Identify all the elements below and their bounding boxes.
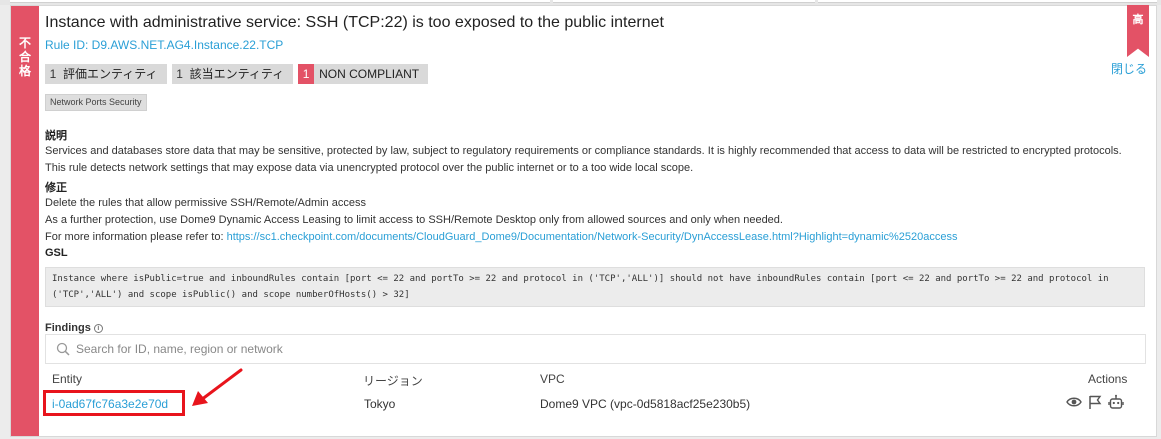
documentation-link[interactable]: https://sc1.checkpoint.com/documents/Clo… (227, 231, 958, 243)
findings-heading-row: Findings i (45, 322, 103, 334)
evaluated-entities-counter: 1 評価エンティティ (45, 64, 167, 84)
gsl-code-block: Instance where isPublic=true and inbound… (45, 267, 1145, 307)
counter-label: 評価エンティティ (63, 67, 158, 81)
robot-icon[interactable] (1108, 394, 1124, 410)
column-header-entity[interactable]: Entity (52, 372, 82, 386)
search-icon (56, 342, 70, 356)
status-label: 不合格 (18, 36, 31, 78)
rule-finding-panel: 不合格 高 閉じる Instance with administrative s… (10, 5, 1157, 437)
remediation-line: As a further protection, use Dome9 Dynam… (45, 214, 783, 226)
counters: 1 評価エンティティ 1 該当エンティティ 1 NON COMPLIANT (45, 64, 429, 84)
eye-icon[interactable] (1066, 394, 1082, 410)
reference-prefix: For more information please refer to: (45, 231, 227, 243)
matching-entities-counter: 1 該当エンティティ (171, 64, 294, 84)
description-text: Services and databases store data that m… (45, 145, 1122, 174)
gsl-heading: GSL (45, 247, 68, 259)
findings-heading: Findings (45, 322, 91, 334)
severity-ribbon: 高 (1127, 5, 1149, 57)
rule-id: Rule ID: D9.AWS.NET.AG4.Instance.22.TCP (45, 38, 284, 52)
remediation-reference: For more information please refer to: ht… (45, 229, 1145, 246)
row-actions (1066, 394, 1124, 410)
column-header-vpc[interactable]: VPC (540, 372, 565, 386)
table-row-vpc: Dome9 VPC (vpc-0d5818acf25e230b5) (540, 397, 751, 411)
top-strip-segment (10, 0, 550, 3)
close-link[interactable]: 閉じる (1111, 60, 1147, 77)
search-input[interactable] (76, 342, 976, 356)
counter-value: 1 (49, 67, 57, 81)
column-header-actions: Actions (1088, 372, 1128, 386)
top-strip-segment (818, 0, 1157, 3)
table-row-region: Tokyo (364, 397, 396, 411)
rule-title: Instance with administrative service: SS… (45, 14, 664, 31)
column-header-region[interactable]: リージョン (363, 372, 423, 389)
remediation-heading: 修正 (45, 182, 67, 194)
status-band: 不合格 (11, 6, 39, 436)
findings-search (45, 334, 1146, 364)
non-compliant-counter: 1 NON COMPLIANT (298, 64, 429, 84)
annotation-arrow-icon (192, 368, 243, 406)
counter-label: NON COMPLIANT (319, 67, 420, 81)
severity-label: 高 (1132, 14, 1144, 26)
annotation-highlight-box (43, 390, 185, 416)
top-strip-segment (553, 0, 815, 3)
flag-icon[interactable] (1087, 394, 1103, 410)
counter-value: 1 (176, 67, 183, 81)
counter-label: 該当エンティティ (189, 67, 285, 81)
description-heading: 説明 (45, 130, 67, 142)
info-icon[interactable]: i (93, 323, 103, 333)
remediation-line: Delete the rules that allow permissive S… (45, 197, 366, 209)
counter-value: 1 (298, 64, 315, 84)
category-tag: Network Ports Security (45, 94, 147, 111)
